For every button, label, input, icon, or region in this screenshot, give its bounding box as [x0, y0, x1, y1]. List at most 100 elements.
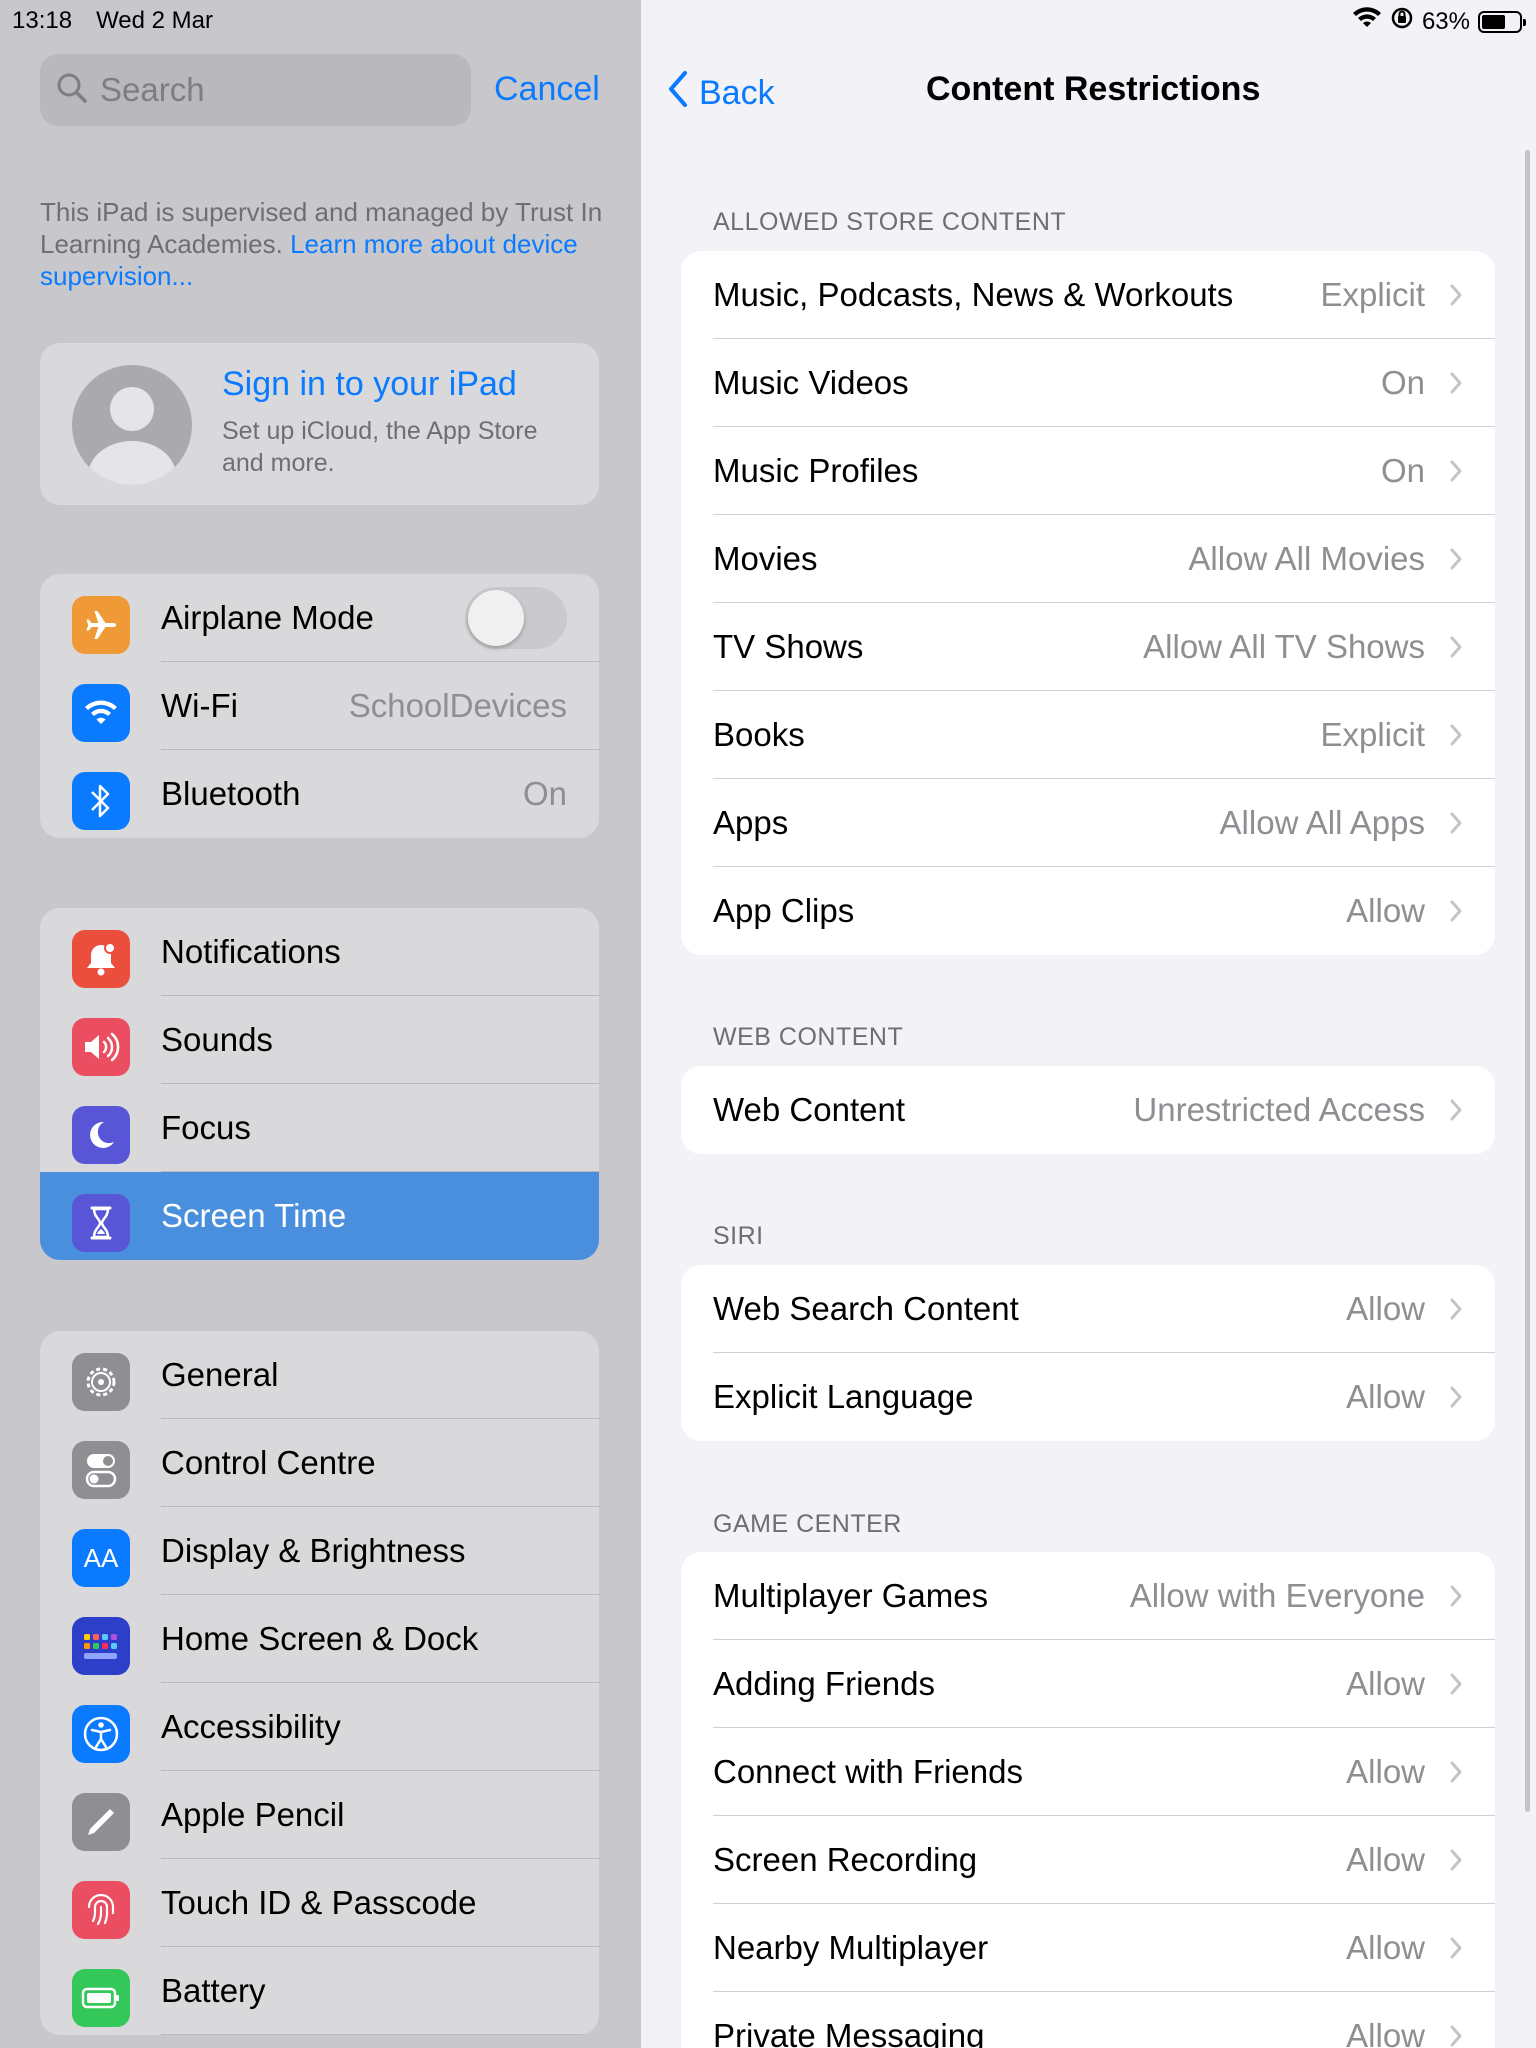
row-value: Allow	[1346, 892, 1425, 929]
restriction-row-tv-shows[interactable]: TV Shows Allow All TV Shows	[681, 603, 1495, 691]
restriction-row-private-messaging[interactable]: Private Messaging Allow	[681, 1992, 1495, 2048]
back-button[interactable]: Back	[667, 70, 775, 117]
status-date: Wed 2 Mar	[96, 7, 213, 34]
sidebar-item-notifications[interactable]: Notifications	[40, 908, 599, 996]
row-label: App Clips	[713, 892, 855, 929]
search-placeholder: Search	[100, 71, 205, 108]
row-label: Music Profiles	[713, 452, 919, 489]
row-value: On	[1380, 452, 1425, 489]
chevron-right-icon	[1449, 1385, 1463, 1414]
restriction-row-web-content[interactable]: Web Content Unrestricted Access	[681, 1066, 1495, 1154]
cancel-button[interactable]: Cancel	[494, 70, 600, 109]
restriction-row-music-profiles[interactable]: Music Profiles On	[681, 427, 1495, 515]
wifi-icon	[72, 684, 130, 742]
restriction-row-connect-with-friends[interactable]: Connect with Friends Allow	[681, 1728, 1495, 1816]
row-value: Allow All Movies	[1188, 540, 1425, 577]
row-label: Movies	[713, 540, 818, 577]
status-time: 13:18	[12, 7, 73, 34]
restriction-row-web-search-content[interactable]: Web Search Content Allow	[681, 1265, 1495, 1353]
sidebar-item-sounds[interactable]: Sounds	[40, 996, 599, 1084]
row-value: Allow	[1346, 1753, 1425, 1790]
sidebar-item-label: Control Centre	[161, 1444, 376, 1481]
sidebar-item-general[interactable]: General	[40, 1331, 599, 1419]
row-label: Books	[713, 716, 805, 753]
chevron-right-icon	[1449, 811, 1463, 840]
chevron-right-icon	[1449, 1297, 1463, 1326]
sidebar-item-label: Airplane Mode	[161, 599, 374, 636]
row-value: On	[1380, 364, 1425, 401]
sidebar-item-focus[interactable]: Focus	[40, 1084, 599, 1172]
row-value: Allow All Apps	[1219, 804, 1425, 841]
airplane-mode-toggle[interactable]	[465, 587, 567, 649]
sign-in-subtitle: Set up iCloud, the App Store and more.	[222, 417, 538, 477]
sidebar-item-bluetooth[interactable]: Bluetooth On	[40, 750, 599, 838]
orientation-lock-icon	[1390, 6, 1414, 37]
restriction-row-adding-friends[interactable]: Adding Friends Allow	[681, 1640, 1495, 1728]
airplane-icon	[72, 596, 130, 654]
sidebar-item-accessibility[interactable]: Accessibility	[40, 1683, 599, 1771]
chevron-right-icon	[1449, 635, 1463, 664]
sidebar-item-screen-time[interactable]: Screen Time	[40, 1172, 599, 1260]
sidebar-item-wifi[interactable]: Wi-Fi SchoolDevices	[40, 662, 599, 750]
chevron-right-icon	[1449, 1760, 1463, 1789]
bell-icon	[72, 930, 130, 988]
restriction-row-music-podcasts[interactable]: Music, Podcasts, News & Workouts Explici…	[681, 251, 1495, 339]
row-value: Allow	[1346, 1290, 1425, 1327]
chevron-right-icon	[1449, 371, 1463, 400]
search-icon	[56, 72, 88, 109]
sidebar-item-control-centre[interactable]: Control Centre	[40, 1419, 599, 1507]
restriction-row-explicit-language[interactable]: Explicit Language Allow	[681, 1353, 1495, 1441]
status-bar: 13:18 Wed 2 Mar 63%	[0, 0, 1536, 40]
connectivity-group: Airplane Mode Wi-Fi SchoolDevices Blueto…	[40, 574, 599, 838]
row-label: Multiplayer Games	[713, 1577, 989, 1614]
gear-icon	[72, 1353, 130, 1411]
sidebar-item-apple-pencil[interactable]: Apple Pencil	[40, 1771, 599, 1859]
siri-card: Web Search Content Allow Explicit Langua…	[681, 1265, 1495, 1441]
content-restrictions-pane: Back Content Restrictions ALLOWED STORE …	[641, 0, 1536, 2048]
moon-icon	[72, 1106, 130, 1164]
game-center-card: Multiplayer Games Allow with Everyone Ad…	[681, 1552, 1495, 2048]
accessibility-icon	[72, 1705, 130, 1763]
row-label: Web Content	[713, 1091, 906, 1128]
restriction-row-music-videos[interactable]: Music Videos On	[681, 339, 1495, 427]
sidebar-item-airplane-mode[interactable]: Airplane Mode	[40, 574, 599, 662]
chevron-right-icon	[1449, 1848, 1463, 1877]
sign-in-card[interactable]: Sign in to your iPad Set up iCloud, the …	[40, 343, 599, 505]
row-label: Connect with Friends	[713, 1753, 1023, 1790]
row-label: Web Search Content	[713, 1290, 1019, 1327]
sidebar-item-touch-id-passcode[interactable]: Touch ID & Passcode	[40, 1859, 599, 1947]
switches-icon	[72, 1441, 130, 1499]
row-value: Allow	[1346, 1665, 1425, 1702]
row-value: Explicit	[1320, 716, 1425, 753]
battery-status-icon	[1478, 10, 1526, 33]
sidebar-item-label: Notifications	[161, 933, 341, 970]
row-label: Explicit Language	[713, 1378, 974, 1415]
battery-percent: 63%	[1421, 7, 1470, 35]
row-label: Nearby Multiplayer	[713, 1929, 989, 1966]
sidebar-item-label: Home Screen & Dock	[161, 1620, 479, 1657]
restriction-row-nearby-multiplayer[interactable]: Nearby Multiplayer Allow	[681, 1904, 1495, 1992]
chevron-right-icon	[1449, 1584, 1463, 1613]
row-value: Allow with Everyone	[1129, 1577, 1425, 1614]
web-content-card: Web Content Unrestricted Access	[681, 1066, 1495, 1154]
bluetooth-icon	[72, 772, 130, 830]
restriction-row-app-clips[interactable]: App Clips Allow	[681, 867, 1495, 955]
sign-in-title: Sign in to your iPad	[222, 365, 517, 403]
restriction-row-movies[interactable]: Movies Allow All Movies	[681, 515, 1495, 603]
scroll-indicator[interactable]	[1525, 150, 1530, 1812]
sidebar-item-label: Accessibility	[161, 1708, 341, 1745]
restriction-row-multiplayer-games[interactable]: Multiplayer Games Allow with Everyone	[681, 1552, 1495, 1640]
sidebar-item-battery[interactable]: Battery	[40, 1947, 599, 2035]
sidebar-item-display-brightness[interactable]: AA Display & Brightness	[40, 1507, 599, 1595]
sidebar-item-home-screen-dock[interactable]: Home Screen & Dock	[40, 1595, 599, 1683]
restriction-row-screen-recording[interactable]: Screen Recording Allow	[681, 1816, 1495, 1904]
chevron-right-icon	[1449, 283, 1463, 312]
restriction-row-apps[interactable]: Apps Allow All Apps	[681, 779, 1495, 867]
sidebar-item-label: Focus	[161, 1109, 251, 1146]
sidebar-item-label: Wi-Fi	[161, 687, 238, 724]
restriction-row-books[interactable]: Books Explicit	[681, 691, 1495, 779]
sidebar-item-label: Sounds	[161, 1021, 273, 1058]
search-input[interactable]: Search	[40, 54, 471, 126]
row-value: Allow	[1346, 1841, 1425, 1878]
wifi-network-value: SchoolDevices	[348, 687, 567, 724]
